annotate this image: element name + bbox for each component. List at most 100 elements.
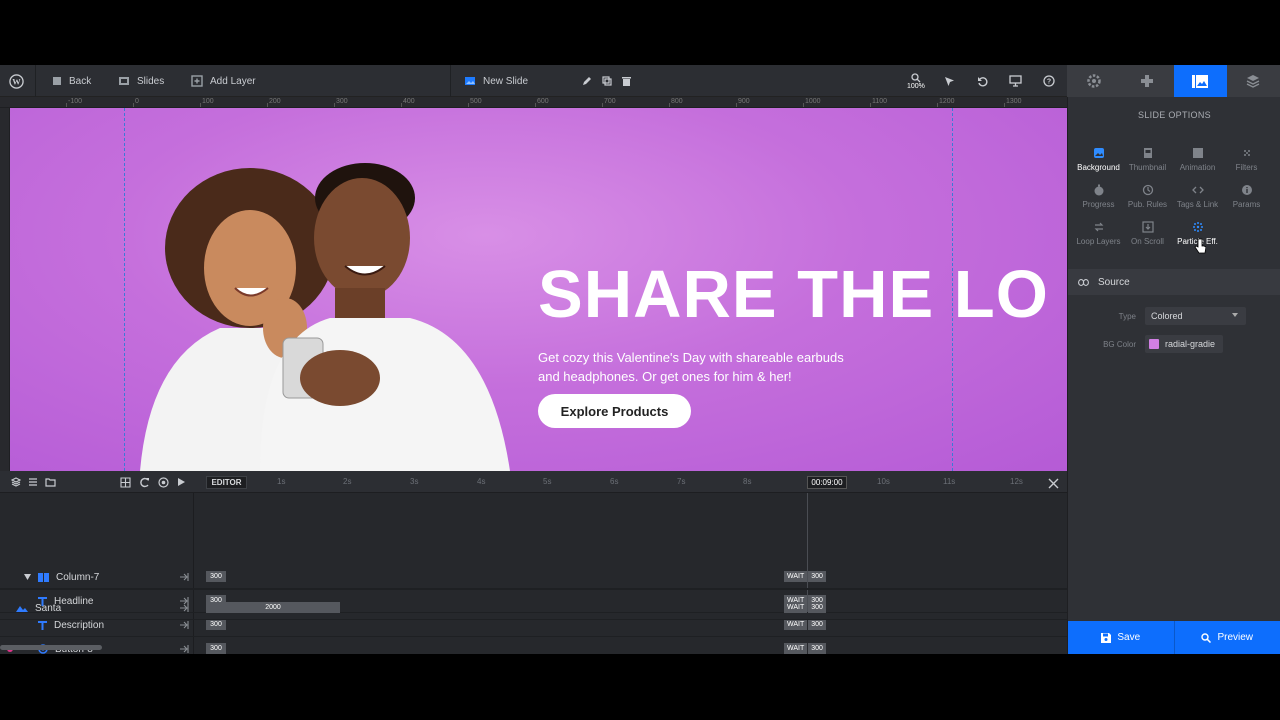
ruler-label: 800 [671,98,683,105]
add-layer-label: Add Layer [210,75,256,87]
bg-color-label: BG Color [1103,340,1136,349]
back-button[interactable]: Back [52,65,91,97]
play-icon[interactable] [177,477,186,487]
align-end-icon[interactable] [179,572,189,582]
timeline-tick-label: 10s [877,477,890,486]
layer-start-bar[interactable]: 300 [206,619,226,630]
select-tool-button[interactable] [944,65,955,97]
slide-option-animation[interactable]: Animation [1171,147,1224,172]
timeline-row-button-8[interactable]: Button-8 300 WAIT300 [0,637,1067,654]
slide-canvas[interactable]: SHARE THE LO Get cozy this Valentine's D… [10,108,1067,471]
explore-products-button[interactable]: Explore Products [538,394,691,428]
ruler-tick [468,103,469,107]
timeline-playback-controls [120,471,186,493]
tab-navigation[interactable] [1120,65,1173,97]
layer-start-bar[interactable]: 2000 [206,602,340,613]
slide-option-loop-layers[interactable]: Loop Layers [1072,221,1125,246]
tab-layers[interactable] [1227,65,1280,97]
timeline-row-santa[interactable]: Santa 2000 WAIT 300 [0,596,1067,620]
slide-option-pub-rules[interactable]: Pub. Rules [1121,184,1174,209]
slide-option-thumbnail[interactable]: Thumbnail [1121,147,1174,172]
layer-wait-block[interactable]: WAIT 300 [784,571,826,582]
timeline-scrollbar[interactable] [0,645,102,650]
layer-wait-block[interactable]: WAIT 300 [784,643,826,654]
layer-start-bar[interactable]: 300 [206,571,226,582]
list-icon[interactable] [28,477,38,487]
source-section-header[interactable]: Source [1068,269,1280,295]
ruler-tick [200,103,201,107]
background-type-select[interactable]: Colored [1145,307,1246,325]
option-label: Pub. Rules [1127,200,1168,209]
preview-button[interactable]: Preview [1174,621,1280,654]
slides-label: Slides [137,75,165,87]
layer-wait-block[interactable]: WAIT 300 [784,602,826,613]
folder-icon[interactable] [45,477,56,487]
slide-name-label: New Slide [483,75,529,87]
wordpress-logo-icon[interactable]: W [9,65,24,97]
slide-option-background[interactable]: Background [1072,147,1125,172]
slide-description[interactable]: Get cozy this Valentine's Day with share… [538,348,858,386]
ruler-tick [669,103,670,107]
ruler-label: 500 [470,98,482,105]
row-label: Column-7 [56,571,100,583]
device-desktop-button[interactable] [1009,65,1022,97]
ruler-label: 1100 [872,98,888,105]
delete-slide-button[interactable] [622,65,631,97]
color-swatch [1149,339,1159,349]
slide-option-params[interactable]: Params [1220,184,1273,209]
loop-icon[interactable] [139,477,150,488]
layers-icon[interactable] [11,477,21,487]
slider-editor: W Back Slides Add Layer New Slide 100% ?… [0,65,1280,654]
tab-slide-options[interactable] [1173,65,1227,97]
slide-option-on-scroll[interactable]: On Scroll [1121,221,1174,246]
help-button[interactable]: ? [1043,65,1055,97]
info-icon [1241,185,1252,195]
edit-slide-name-button[interactable] [582,65,592,97]
timeline-row-column-7[interactable]: Column-7 300 WAIT 300 [0,565,1067,589]
slide-headline[interactable]: SHARE THE LO [538,256,1049,333]
monitor-icon [1009,75,1022,87]
grid-snap-icon[interactable] [120,476,131,488]
slide-option-progress[interactable]: Progress [1072,184,1125,209]
timeline-tick-label: 6s [610,477,619,486]
download-icon [1141,221,1154,233]
pencil-icon [583,77,591,85]
thumbnail-icon [1143,148,1152,158]
align-end-icon[interactable] [179,644,189,654]
toolbar-divider [450,65,451,97]
current-time[interactable]: 00:09:00 [807,476,847,489]
gamepad-icon [1140,75,1153,87]
add-layer-button[interactable]: Add Layer [191,65,256,97]
align-end-icon[interactable] [179,603,189,613]
duplicate-slide-button[interactable] [602,65,612,97]
zoom-button[interactable]: 100% [907,65,925,97]
save-button[interactable]: Save [1068,621,1175,654]
slide-name-button[interactable]: New Slide [464,65,528,97]
link-icon [1078,278,1089,286]
undo-button[interactable] [977,65,988,97]
ruler-tick [1004,103,1005,107]
preview-label: Preview [1217,632,1254,643]
caret-down-icon[interactable] [24,574,31,580]
align-end-icon[interactable] [179,620,189,630]
rewind-icon[interactable] [158,476,169,488]
slide-option-tags-link[interactable]: Tags & Link [1171,184,1224,209]
trash-icon [622,77,631,86]
timeline-tick-label: 8s [743,477,752,486]
copy-icon [602,76,612,86]
slide-option-filters[interactable]: Filters [1220,147,1273,172]
layer-start-bar[interactable]: 300 [206,643,226,654]
tab-module-settings[interactable] [1067,65,1120,97]
layer-wait-block[interactable]: WAIT 300 [784,619,826,630]
timer-icon [1094,184,1103,196]
wait-label: WAIT [784,619,808,630]
slide-options-panel: SLIDE OPTIONS Background Thumbnail Animati… [1067,97,1280,654]
editor-mode-button[interactable]: EDITOR [206,476,247,489]
bg-color-picker[interactable]: radial-gradie [1145,335,1223,353]
ruler-label: 200 [269,98,281,105]
ruler-label: 0 [135,98,139,105]
select-value: Colored [1151,311,1183,321]
slides-button[interactable]: Slides [118,65,164,97]
couple-photo[interactable] [110,138,530,471]
close-timeline-button[interactable] [1048,476,1059,494]
